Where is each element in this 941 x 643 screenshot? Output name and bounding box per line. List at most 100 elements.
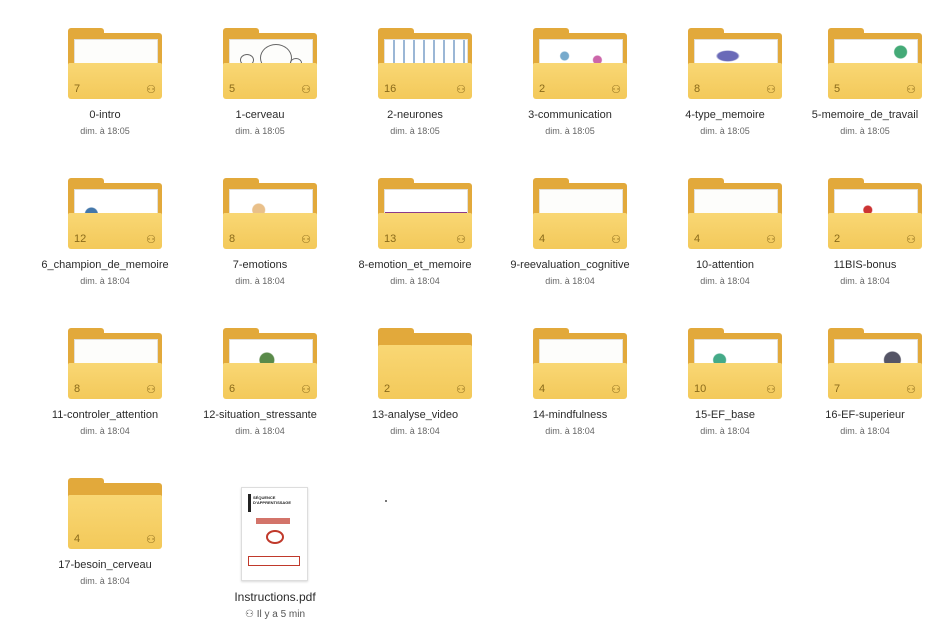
file-count: 4 (539, 233, 546, 245)
folder-name: 3-communication (528, 109, 612, 121)
file-count: 7 (74, 83, 81, 95)
folder-item-9-reevaluation-cognitive[interactable]: 4 ⚇ 9-reevaluation_cognitive dim. à 18:04 (495, 155, 645, 295)
shared-people-icon: ⚇ (456, 84, 466, 96)
folder-icon: 4 ⚇ (688, 178, 782, 249)
shared-people-icon: ⚇ (301, 384, 311, 396)
folder-item-2-neurones[interactable]: 16 ⚇ 2-neurones dim. à 18:05 (340, 5, 490, 145)
folder-name: 0-intro (89, 109, 121, 121)
folder-date: dim. à 18:04 (390, 426, 440, 436)
folder-date: dim. à 18:04 (840, 426, 890, 436)
shared-people-icon: ⚇ (146, 84, 156, 96)
file-count: 5 (834, 83, 841, 95)
folder-icon: 6 ⚇ (223, 328, 317, 399)
pdf-heading: SÉQUENCE D'APPRENTISSAGE (253, 495, 292, 505)
folder-date: dim. à 18:04 (80, 426, 130, 436)
folder-icon: 8 ⚇ (68, 328, 162, 399)
shared-people-icon: ⚇ (611, 384, 621, 396)
folder-date: dim. à 18:04 (545, 426, 595, 436)
folder-name: 11BIS-bonus (833, 259, 897, 271)
folder-item-10-attention[interactable]: 4 ⚇ 10-attention dim. à 18:04 (650, 155, 800, 295)
shared-people-icon: ⚇ (611, 84, 621, 96)
folder-icon: 8 ⚇ (223, 178, 317, 249)
folder-icon: 5 ⚇ (223, 28, 317, 99)
file-count: 6 (229, 383, 236, 395)
shared-people-icon: ⚇ (611, 234, 621, 246)
folder-date: dim. à 18:04 (700, 426, 750, 436)
folder-date: dim. à 18:05 (390, 126, 440, 136)
folder-name: 1-cerveau (235, 109, 285, 121)
folder-name: 2-neurones (387, 109, 443, 121)
folder-icon: 2 ⚇ (378, 328, 472, 399)
file-count: 4 (539, 383, 546, 395)
pdf-footer-box (248, 556, 300, 566)
file-count: 5 (229, 83, 236, 95)
folder-item-12-situation-stressante[interactable]: 6 ⚇ 12-situation_stressante dim. à 18:04 (185, 305, 335, 445)
folder-item-4-type-memoire[interactable]: 8 ⚇ 4-type_memoire dim. à 18:05 (650, 5, 800, 145)
shared-people-icon: ⚇ (766, 84, 776, 96)
folder-date: dim. à 18:04 (235, 426, 285, 436)
folder-icon: 5 ⚇ (828, 28, 922, 99)
folder-icon: 4 ⚇ (533, 178, 627, 249)
pdf-illustration (266, 530, 284, 544)
file-name: Instructions.pdf (234, 590, 316, 604)
folder-item-0-intro[interactable]: 7 ⚇ 0-intro dim. à 18:05 (30, 5, 180, 145)
folder-icon: 16 ⚇ (378, 28, 472, 99)
file-count: 7 (834, 383, 841, 395)
folder-item-3-communication[interactable]: 2 ⚇ 3-communication dim. à 18:05 (495, 5, 645, 145)
shared-people-icon: ⚇ (906, 234, 916, 246)
folder-date: dim. à 18:05 (700, 126, 750, 136)
file-count: 8 (74, 383, 81, 395)
folder-name: 14-mindfulness (532, 409, 608, 421)
folder-name: 15-EF_base (695, 409, 755, 421)
file-count: 8 (694, 83, 701, 95)
folder-item-11-controler-attention[interactable]: 8 ⚇ 11-controler_attention dim. à 18:04 (30, 305, 180, 445)
folder-item-13-analyse-video[interactable]: 2 ⚇ 13-analyse_video dim. à 18:04 (340, 305, 490, 445)
file-date: ⚇ Il y a 5 min (244, 609, 306, 620)
folder-date: dim. à 18:04 (80, 276, 130, 286)
folder-item-15-ef-base[interactable]: 10 ⚇ 15-EF_base dim. à 18:04 (650, 305, 800, 445)
folder-item-1-cerveau[interactable]: 5 ⚇ 1-cerveau dim. à 18:05 (185, 5, 335, 145)
folder-icon: 7 ⚇ (828, 328, 922, 399)
folder-name: 9-reevaluation_cognitive (510, 259, 630, 271)
file-count: 8 (229, 233, 236, 245)
folder-item-11bis-bonus[interactable]: 2 ⚇ 11BIS-bonus dim. à 18:04 (790, 155, 940, 295)
folder-date: dim. à 18:04 (700, 276, 750, 286)
shared-people-icon: ⚇ (301, 234, 311, 246)
folder-item-7-emotions[interactable]: 8 ⚇ 7-emotions dim. à 18:04 (185, 155, 335, 295)
folder-date: dim. à 18:04 (235, 276, 285, 286)
folder-date: dim. à 18:05 (545, 126, 595, 136)
folder-icon: 12 ⚇ (68, 178, 162, 249)
folder-date: dim. à 18:04 (840, 276, 890, 286)
shared-people-icon: ⚇ (766, 234, 776, 246)
file-count: 10 (694, 383, 707, 395)
folder-name: 4-type_memoire (685, 109, 765, 121)
mouse-pointer-dot (385, 500, 387, 502)
folder-item-14-mindfulness[interactable]: 4 ⚇ 14-mindfulness dim. à 18:04 (495, 305, 645, 445)
file-count: 16 (384, 83, 397, 95)
folder-icon: 2 ⚇ (828, 178, 922, 249)
folder-name: 10-attention (695, 259, 755, 271)
folder-item-6-champion-de-memoire[interactable]: 12 ⚇ 6_champion_de_memoire dim. à 18:04 (30, 155, 180, 295)
folder-item-16-ef-superieur[interactable]: 7 ⚇ 16-EF-superieur dim. à 18:04 (790, 305, 940, 445)
folder-name: 6_champion_de_memoire (41, 259, 169, 271)
folder-name: 5-memoire_de_travail (811, 109, 919, 121)
file-grid: 7 ⚇ 0-intro dim. à 18:05 5 ⚇ 1-cerveau dim… (0, 0, 941, 643)
file-count: 2 (539, 83, 546, 95)
folder-icon: 4 ⚇ (68, 478, 162, 549)
folder-date: dim. à 18:05 (840, 126, 890, 136)
folder-date: dim. à 18:04 (390, 276, 440, 286)
shared-people-icon: ⚇ (906, 84, 916, 96)
folder-item-17-besoin-cerveau[interactable]: 4 ⚇ 17-besoin_cerveau dim. à 18:04 (30, 455, 180, 595)
file-count: 4 (694, 233, 701, 245)
folder-item-8-emotion-et-memoire[interactable]: 13 ⚇ 8-emotion_et_memoire dim. à 18:04 (340, 155, 490, 295)
folder-icon: 13 ⚇ (378, 178, 472, 249)
folder-item-5-memoire-de-travail[interactable]: 5 ⚇ 5-memoire_de_travail dim. à 18:05 (790, 5, 940, 145)
file-count: 2 (834, 233, 841, 245)
shared-people-icon: ⚇ (906, 384, 916, 396)
folder-name: 11-controler_attention (51, 409, 159, 421)
shared-people-icon: ⚇ (301, 84, 311, 96)
folder-date: dim. à 18:04 (545, 276, 595, 286)
folder-name: 8-emotion_et_memoire (358, 259, 472, 271)
folder-icon: 7 ⚇ (68, 28, 162, 99)
file-count: 12 (74, 233, 87, 245)
